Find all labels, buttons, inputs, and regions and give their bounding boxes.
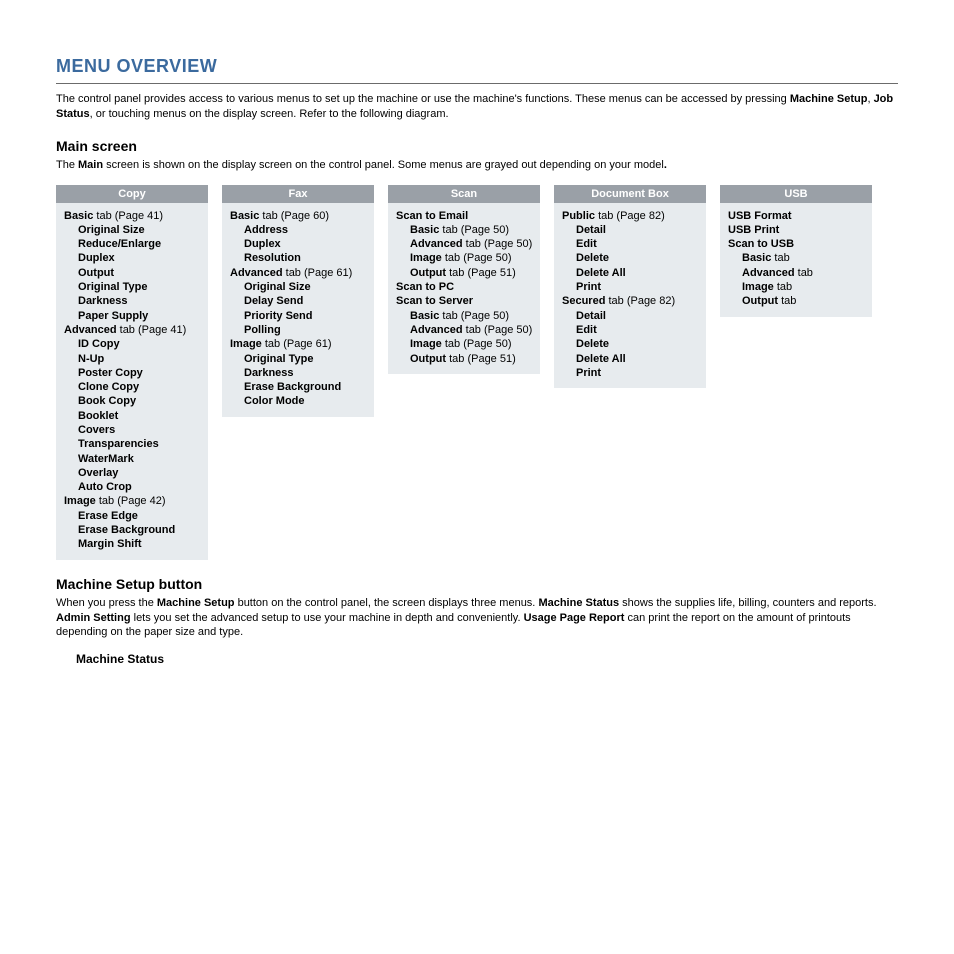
menu-item: Original Type: [244, 352, 370, 366]
menu-item: Print: [576, 280, 702, 294]
menu-item: Erase Background: [244, 380, 370, 394]
menu-item: Original Size: [244, 280, 370, 294]
menu-item: Darkness: [244, 366, 370, 380]
column-body: Basic tab (Page 60)AddressDuplexResoluti…: [222, 203, 374, 417]
menu-item: N-Up: [78, 352, 204, 366]
menu-item: Original Type: [78, 280, 204, 294]
menu-item: Advanced tab (Page 50): [410, 237, 536, 251]
menu-item: Scan to PC: [396, 280, 536, 294]
menu-columns: CopyBasic tab (Page 41)Original SizeRedu…: [56, 185, 898, 560]
column-header: USB: [720, 185, 872, 203]
column-body: Scan to EmailBasic tab (Page 50)Advanced…: [388, 203, 540, 374]
menu-item: Delete All: [576, 352, 702, 366]
menu-item: Image tab (Page 50): [410, 251, 536, 265]
menu-item: Original Size: [78, 223, 204, 237]
menu-item: ID Copy: [78, 337, 204, 351]
menu-item: Image tab: [742, 280, 868, 294]
menu-item: Duplex: [244, 237, 370, 251]
menu-item: Resolution: [244, 251, 370, 265]
column-header: Fax: [222, 185, 374, 203]
title-rule: [56, 83, 898, 84]
menu-item: Erase Background: [78, 523, 204, 537]
column-header: Scan: [388, 185, 540, 203]
menu-item: Image tab (Page 61): [230, 337, 370, 351]
menu-item: Image tab (Page 50): [410, 337, 536, 351]
menu-item: Detail: [576, 309, 702, 323]
menu-item: Basic tab (Page 41): [64, 209, 204, 223]
menu-item: Color Mode: [244, 394, 370, 408]
menu-item: USB Format: [728, 209, 868, 223]
menu-item: Advanced tab (Page 41): [64, 323, 204, 337]
menu-column: ScanScan to EmailBasic tab (Page 50)Adva…: [388, 185, 540, 374]
menu-item: Poster Copy: [78, 366, 204, 380]
menu-item: Clone Copy: [78, 380, 204, 394]
menu-item: Margin Shift: [78, 537, 204, 551]
menu-item: Address: [244, 223, 370, 237]
menu-column: CopyBasic tab (Page 41)Original SizeRedu…: [56, 185, 208, 560]
menu-item: Basic tab (Page 50): [410, 309, 536, 323]
menu-item: Scan to Server: [396, 294, 536, 308]
machine-setup-heading: Machine Setup button: [56, 576, 898, 592]
menu-item: Edit: [576, 237, 702, 251]
page-title: MENU OVERVIEW: [56, 56, 898, 77]
menu-item: Public tab (Page 82): [562, 209, 702, 223]
menu-item: Print: [576, 366, 702, 380]
menu-item: Advanced tab (Page 50): [410, 323, 536, 337]
menu-item: WaterMark: [78, 452, 204, 466]
menu-item: Output tab: [742, 294, 868, 308]
menu-item: Darkness: [78, 294, 204, 308]
menu-item: Basic tab: [742, 251, 868, 265]
menu-item: Output: [78, 266, 204, 280]
menu-item: Transparencies: [78, 437, 204, 451]
menu-item: Image tab (Page 42): [64, 494, 204, 508]
menu-item: Booklet: [78, 409, 204, 423]
main-screen-heading: Main screen: [56, 138, 898, 154]
menu-item: Basic tab (Page 60): [230, 209, 370, 223]
menu-item: Edit: [576, 323, 702, 337]
menu-item: Scan to Email: [396, 209, 536, 223]
menu-column: Document BoxPublic tab (Page 82)DetailEd…: [554, 185, 706, 389]
column-body: Basic tab (Page 41)Original SizeReduce/E…: [56, 203, 208, 560]
menu-item: Duplex: [78, 251, 204, 265]
menu-item: Reduce/Enlarge: [78, 237, 204, 251]
machine-setup-text: When you press the Machine Setup button …: [56, 596, 898, 641]
menu-item: Priority Send: [244, 309, 370, 323]
menu-item: Delay Send: [244, 294, 370, 308]
menu-item: Delete: [576, 337, 702, 351]
menu-item: Delete: [576, 251, 702, 265]
menu-column: USBUSB FormatUSB PrintScan to USBBasic t…: [720, 185, 872, 317]
menu-column: FaxBasic tab (Page 60)AddressDuplexResol…: [222, 185, 374, 417]
menu-item: Polling: [244, 323, 370, 337]
menu-item: Output tab (Page 51): [410, 352, 536, 366]
menu-item: Scan to USB: [728, 237, 868, 251]
column-header: Copy: [56, 185, 208, 203]
menu-item: Output tab (Page 51): [410, 266, 536, 280]
menu-item: Delete All: [576, 266, 702, 280]
intro-paragraph: The control panel provides access to var…: [56, 92, 898, 122]
menu-item: Advanced tab (Page 61): [230, 266, 370, 280]
menu-item: Erase Edge: [78, 509, 204, 523]
menu-item: Secured tab (Page 82): [562, 294, 702, 308]
menu-item: Detail: [576, 223, 702, 237]
menu-item: Covers: [78, 423, 204, 437]
menu-item: Advanced tab: [742, 266, 868, 280]
column-body: USB FormatUSB PrintScan to USBBasic tabA…: [720, 203, 872, 317]
menu-item: USB Print: [728, 223, 868, 237]
column-header: Document Box: [554, 185, 706, 203]
column-body: Public tab (Page 82)DetailEditDeleteDele…: [554, 203, 706, 389]
menu-item: Paper Supply: [78, 309, 204, 323]
machine-status-heading: Machine Status: [76, 652, 898, 666]
menu-item: Auto Crop: [78, 480, 204, 494]
main-screen-text: The Main screen is shown on the display …: [56, 158, 898, 173]
menu-item: Basic tab (Page 50): [410, 223, 536, 237]
menu-item: Overlay: [78, 466, 204, 480]
menu-item: Book Copy: [78, 394, 204, 408]
